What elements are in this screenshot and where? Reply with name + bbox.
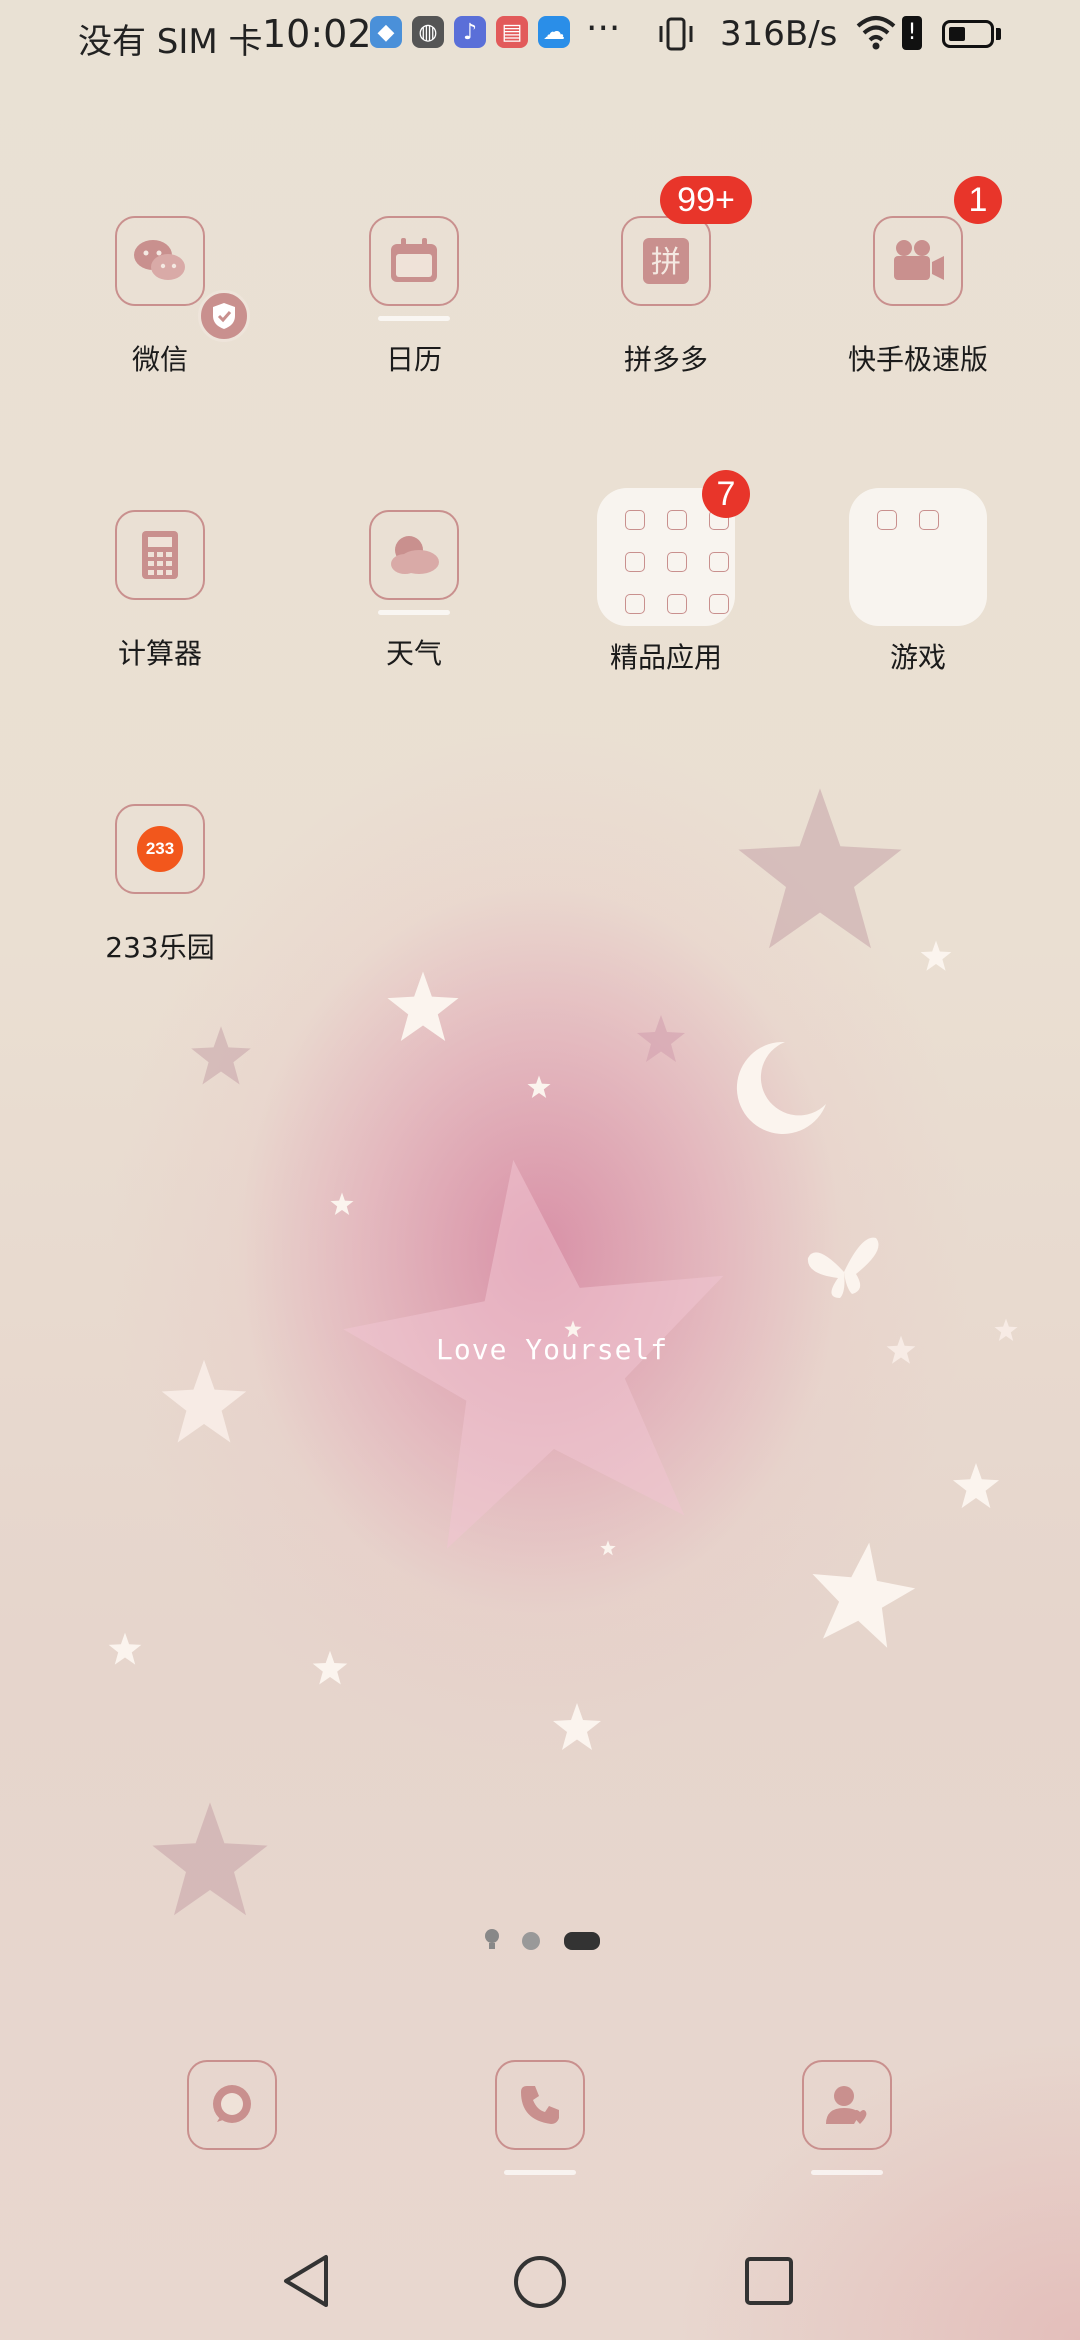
dock-messages[interactable] (187, 2060, 277, 2150)
star (108, 1632, 142, 1665)
star (161, 1359, 247, 1443)
app-label: 拼多多 (623, 343, 708, 376)
page-dot-active[interactable] (564, 1932, 600, 1950)
star (553, 1703, 601, 1750)
new-indicator (811, 2170, 883, 2175)
back-button[interactable] (282, 2253, 332, 2309)
wallpaper-text: Love Yourself (436, 1333, 669, 1366)
notification-badge: 99+ (660, 176, 752, 224)
star (994, 1318, 1018, 1342)
star (330, 1192, 354, 1216)
new-indicator (504, 2170, 576, 2175)
app-233-logo-text: 233 (137, 826, 183, 872)
blurred-star (152, 1802, 268, 1916)
blurred-star (738, 788, 902, 949)
page-dot[interactable] (522, 1932, 540, 1950)
new-indicator (378, 316, 450, 321)
app-233-icon: 233 (115, 804, 205, 894)
app-233-park[interactable]: 233 233乐园 (60, 804, 260, 966)
app-wechat[interactable]: 微信 (60, 216, 260, 378)
messages-icon (187, 2060, 277, 2150)
calendar-icon (369, 216, 459, 306)
butterfly-icon (807, 1237, 879, 1298)
star (886, 1335, 916, 1364)
folder-featured-apps[interactable]: 7 精品应用 (566, 470, 766, 676)
folder-games[interactable]: 游戏 (818, 488, 1018, 676)
video-camera-icon (873, 216, 963, 306)
notification-badge: 1 (954, 176, 1002, 224)
dock-phone[interactable] (495, 2060, 585, 2175)
app-weather[interactable]: 天气 (314, 510, 514, 672)
blurred-star (191, 1026, 251, 1085)
pinduoduo-icon: 拼 (621, 216, 711, 306)
app-pinduoduo[interactable]: 拼 99+ 拼多多 (566, 176, 766, 378)
star (312, 1650, 348, 1685)
svg-text:拼: 拼 (651, 245, 681, 280)
folder-icon (849, 488, 987, 626)
notification-badge: 7 (702, 470, 750, 518)
star (812, 1542, 916, 1648)
recents-button[interactable] (744, 2256, 794, 2306)
app-label: 天气 (385, 637, 442, 670)
moon-icon (736, 1041, 826, 1134)
star (600, 1540, 616, 1556)
wechat-icon (115, 216, 205, 306)
calculator-icon (115, 510, 205, 600)
phone-icon (495, 2060, 585, 2150)
app-kuaishou[interactable]: 1 快手极速版 (818, 176, 1018, 378)
weather-cloud-icon (369, 510, 459, 600)
home-button[interactable] (512, 2254, 568, 2310)
blurred-star (637, 1015, 685, 1062)
star (920, 940, 952, 971)
app-calendar[interactable]: 日历 (314, 216, 514, 378)
app-label: 游戏 (889, 641, 946, 674)
new-indicator (378, 610, 450, 615)
contacts-icon (802, 2060, 892, 2150)
app-calculator[interactable]: 计算器 (60, 510, 260, 672)
lightbulb-icon[interactable] (484, 1928, 500, 1952)
app-label: 快手极速版 (847, 343, 988, 376)
app-label: 233乐园 (105, 931, 215, 964)
app-label: 精品应用 (609, 641, 722, 674)
security-shield-icon (198, 290, 250, 342)
app-label: 计算器 (117, 637, 202, 670)
app-label: 日历 (385, 343, 442, 376)
star (387, 971, 459, 1042)
star (527, 1075, 551, 1099)
star (952, 1462, 1000, 1509)
app-label: 微信 (131, 343, 188, 376)
dock-contacts[interactable] (802, 2060, 892, 2175)
